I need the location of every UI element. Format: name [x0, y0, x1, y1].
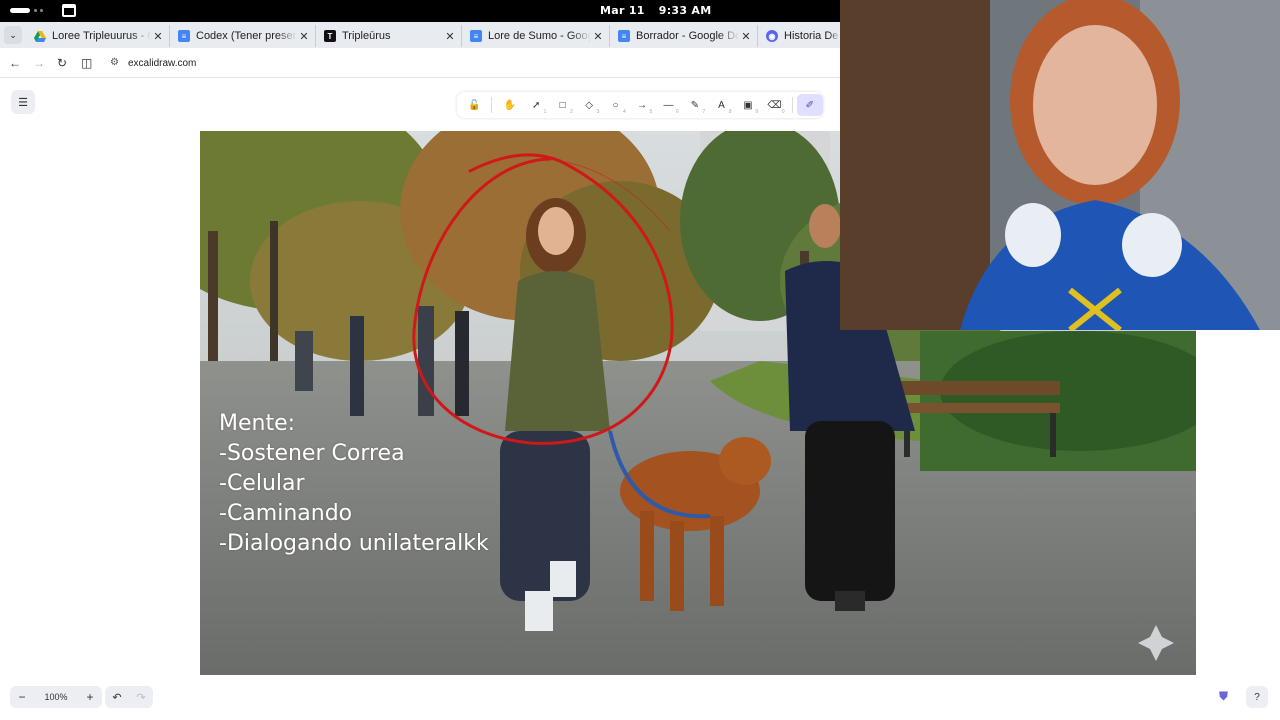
browser-tab[interactable]: ≡ Borrador - Google Doc ✕ — [610, 25, 758, 47]
tab-title: Lore de Sumo - Google — [488, 30, 591, 42]
split-view-icon[interactable]: ◫ — [81, 56, 92, 70]
close-tab-icon[interactable]: ✕ — [151, 30, 165, 43]
tool-glyph: ✋ — [503, 99, 516, 111]
rectangle-icon[interactable]: □ 2 — [549, 94, 575, 116]
tool-shortcut: 6 — [675, 109, 679, 115]
image-icon[interactable]: ▣ 9 — [735, 94, 761, 116]
t-logo-icon: T — [324, 30, 336, 42]
google-drive-icon — [34, 30, 46, 42]
workspace-dot[interactable] — [40, 9, 43, 12]
close-tab-icon[interactable]: ✕ — [739, 30, 753, 43]
browser-tab[interactable]: ≡ Codex (Tener presente ✕ — [170, 25, 316, 47]
zoom-level[interactable]: 100% — [34, 692, 78, 702]
tab-search-chevron-icon[interactable]: ⌄ — [4, 26, 22, 44]
tool-glyph: → — [637, 99, 648, 111]
canvas-text-line: -Sostener Correa — [219, 441, 405, 466]
url-field[interactable]: excalidraw.com — [128, 58, 196, 69]
tool-glyph: ▣ — [743, 99, 753, 111]
arrow-icon[interactable]: → 5 — [629, 94, 655, 116]
hand-icon[interactable]: ✋ — [496, 94, 522, 116]
discord-icon: ◉ — [766, 30, 778, 42]
google-docs-icon: ≡ — [470, 30, 482, 42]
webcam-person-illustration — [840, 0, 1280, 330]
ellipse-icon[interactable]: ○ 4 — [602, 94, 628, 116]
browser-address-bar: ← → ↻ ◫ ⚙ excalidraw.com — [0, 48, 840, 78]
toolbar-divider — [491, 97, 493, 113]
browser-tab[interactable]: ◉ Historia De Lo — [758, 25, 840, 47]
canvas-text-line: -Caminando — [219, 501, 353, 526]
text-icon[interactable]: A8 — [708, 94, 734, 116]
selection-icon[interactable]: ➚ 1 — [523, 94, 549, 116]
tool-glyph: ✐ — [805, 99, 815, 111]
tool-glyph: — — [663, 99, 674, 111]
zoom-out-icon[interactable]: − — [10, 690, 34, 704]
canvas-text-line: Mente: — [219, 411, 296, 436]
tool-shortcut: 4 — [623, 109, 626, 115]
line-icon[interactable]: —6 — [655, 94, 681, 116]
pencil-icon[interactable]: ✎ 7 — [682, 94, 708, 116]
close-tab-icon[interactable]: ✕ — [591, 30, 605, 43]
tab-title: Historia De Lo — [784, 30, 840, 42]
tool-glyph: A — [718, 99, 725, 111]
system-clock[interactable]: Mar 11 9:33 AM — [600, 4, 725, 17]
tool-glyph: ○ — [612, 99, 619, 111]
excalidraw-toolbar: 🔓 ✋ ➚ 1 □ 2 ◇ 3 ○ 4 → 5 —6 ✎ 7 A8 ▣ 9 ⌫ 0 ✐ — [457, 92, 824, 118]
browser-tab[interactable]: ≡ Lore de Sumo - Google ✕ — [462, 25, 610, 47]
redo-icon[interactable]: ↷ — [136, 691, 145, 704]
back-arrow-icon[interactable]: ← — [9, 56, 21, 70]
undo-redo-controls: ↶ ↷ — [105, 686, 153, 708]
eraser-icon[interactable]: ⌫ 0 — [761, 94, 787, 116]
clock-time: 9:33 AM — [658, 4, 712, 17]
close-tab-icon[interactable]: ✕ — [297, 30, 311, 43]
tab-title: Loree Tripleuurus - Go — [52, 30, 151, 42]
hamburger-menu-icon[interactable]: ☰ — [11, 90, 35, 114]
workspace-dot[interactable] — [34, 9, 37, 12]
site-info-icon[interactable]: ⚙ — [110, 57, 119, 68]
tool-glyph: ⌫ — [767, 99, 782, 111]
google-docs-icon: ≡ — [178, 30, 190, 42]
tool-shortcut: 8 — [728, 109, 732, 115]
canvas-text-line: -Celular — [219, 471, 305, 496]
help-icon[interactable]: ? — [1246, 686, 1268, 708]
laser-pointer-icon[interactable]: ✐ — [796, 94, 824, 116]
tool-glyph: ✎ — [690, 99, 700, 111]
google-docs-icon: ≡ — [618, 30, 630, 42]
tool-glyph: 🔓 — [468, 99, 481, 111]
zoom-controls: − 100% + — [10, 686, 102, 708]
lock-icon[interactable]: 🔓 — [461, 94, 487, 116]
tool-glyph: ➚ — [531, 99, 541, 111]
clock-date: Mar 11 — [600, 4, 645, 17]
tab-title: Borrador - Google Doc — [636, 30, 739, 42]
tool-shortcut: 5 — [649, 109, 653, 115]
browser-tab-strip: ⌄ Loree Tripleuurus - Go ✕ ≡ Codex (Tene… — [0, 22, 840, 48]
zoom-in-icon[interactable]: + — [78, 690, 102, 704]
tool-shortcut: 9 — [755, 109, 759, 115]
browser-tab[interactable]: T Tripleūrus ✕ — [316, 25, 462, 47]
tool-glyph: □ — [559, 99, 566, 111]
diamond-icon[interactable]: ◇ 3 — [576, 94, 602, 116]
shield-check-icon[interactable]: ⛊ — [1219, 689, 1228, 704]
canvas-text-line: -Dialogando unilateralkk — [219, 531, 489, 556]
tool-shortcut: 1 — [543, 109, 547, 115]
webcam-overlay — [840, 0, 1280, 330]
tool-shortcut: 0 — [781, 109, 785, 115]
window-icon[interactable] — [62, 4, 76, 17]
forward-arrow-icon[interactable]: → — [33, 56, 45, 70]
tool-shortcut: 3 — [596, 109, 600, 115]
close-tab-icon[interactable]: ✕ — [443, 30, 457, 43]
tool-shortcut: 2 — [570, 109, 573, 115]
tab-title: Tripleūrus — [342, 30, 391, 42]
tab-title: Codex (Tener presente — [196, 30, 297, 42]
reload-icon[interactable]: ↻ — [57, 56, 67, 70]
tool-glyph: ◇ — [585, 99, 593, 111]
activities-indicator[interactable] — [10, 8, 30, 13]
toolbar-divider — [791, 97, 793, 113]
canvas-text-block[interactable]: Mente: -Sostener Correa -Celular -Camina… — [219, 409, 489, 559]
undo-icon[interactable]: ↶ — [112, 691, 121, 704]
tool-shortcut: 7 — [702, 109, 706, 115]
browser-tab[interactable]: Loree Tripleuurus - Go ✕ — [26, 25, 170, 47]
